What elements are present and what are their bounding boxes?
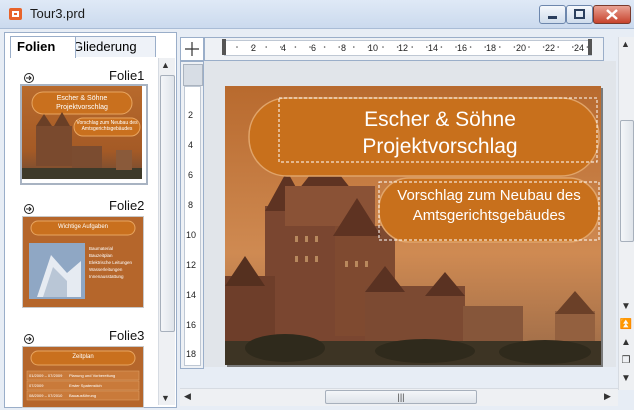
thumb3-row-text: Bauausführung [69, 393, 97, 398]
ruler-dot [265, 46, 267, 48]
close-icon [606, 9, 618, 20]
ruler-dot [499, 46, 501, 48]
select-browse-object-icon[interactable]: ❐ [619, 354, 633, 368]
scroll-down-icon[interactable]: ▼ [619, 300, 633, 314]
slide-transition-icon [23, 331, 35, 344]
thumb3-row-date: 07/2009 [29, 383, 44, 388]
thumb3-row-date: 01/2009 – 07/2009 [29, 373, 63, 378]
window-title: Tour3.prd [30, 6, 85, 21]
current-slide[interactable]: Escher & Söhne Projektvorschlag Vorschla… [225, 86, 601, 365]
ruler-dot [294, 46, 297, 48]
top-margin-marker[interactable] [183, 64, 203, 86]
thumb3-title: Zeitplan [72, 354, 94, 360]
ruler-tick-label: 12 [398, 43, 409, 53]
ruler-tick-label: 8 [188, 200, 194, 210]
ruler-tick-label: 4 [188, 140, 194, 150]
ruler-tick-label: 12 [186, 260, 197, 270]
ruler-dot [440, 46, 443, 48]
thumb1-title: Escher & Söhne Projektvorschlag [56, 95, 108, 111]
ruler-tick-label: 2 [251, 43, 257, 53]
slide-label-1: Folie1 [109, 68, 145, 83]
slide-subtitle[interactable]: Vorschlag zum Neubau des Amtsgerichtsgeb… [381, 186, 597, 226]
slide-title[interactable]: Escher & Söhne Projektvorschlag [285, 106, 595, 160]
scroll-left-icon[interactable]: ◀ [184, 391, 191, 402]
ruler-tick-label: 20 [516, 43, 527, 53]
ruler-tick-label: 10 [186, 230, 197, 240]
ruler-tick-label: 18 [486, 43, 497, 53]
ruler-dot [353, 46, 355, 48]
slide-label-3: Folie3 [109, 328, 145, 343]
thumb3-row-date: 08/2009 – 07/2010 [29, 393, 63, 398]
ruler-dot [557, 46, 559, 48]
previous-slide-icon[interactable]: ▲ [619, 336, 633, 350]
slide-thumbnail-2[interactable]: Wichtige Aufgaben Baumaterial Bauzeitpla… [22, 216, 144, 308]
ruler-tick-label: 16 [186, 320, 197, 330]
ruler-tick-label: 14 [186, 290, 197, 300]
ruler-tick-label: 24 [574, 43, 585, 53]
scroll-up-icon[interactable]: ▲ [621, 39, 630, 49]
ruler-dot [236, 46, 238, 48]
thumb2-title: Wichtige Aufgaben [57, 224, 109, 230]
ruler-dot [338, 46, 340, 48]
horizontal-scroll-thumb[interactable]: ||| [325, 390, 477, 404]
ruler-dot [469, 46, 472, 48]
scroll-down-icon[interactable]: ▼ [161, 393, 170, 403]
thumb2-bullets: Baumaterial Bauzeitplan Elektrische Leit… [89, 245, 143, 280]
slide-label-2: Folie2 [109, 198, 145, 213]
ruler-tick-label: 6 [311, 43, 317, 53]
tab-folien[interactable]: Folien [10, 36, 76, 58]
maximize-icon [574, 9, 585, 19]
ruler-tick-label: 22 [545, 43, 556, 53]
ruler-tick-label: 18 [186, 349, 197, 359]
ruler-tick-label: 6 [188, 170, 194, 180]
ruler-dot [528, 46, 530, 48]
thumb2-bullet: Innenausstattung [89, 274, 124, 279]
ruler-tick-label: 10 [368, 43, 379, 53]
ruler-dot [513, 46, 516, 48]
tab-stop-icon [185, 42, 199, 56]
thumb2-bullet: Elektrische Leitungen [89, 260, 133, 265]
maximize-button[interactable] [566, 5, 593, 24]
ruler-tab-selector[interactable] [180, 37, 204, 61]
slide-transition-icon [23, 70, 35, 83]
slide-thumbnail-3[interactable]: Zeitplan 01/2009 – 07/2009 Planung und V… [22, 346, 144, 408]
minimize-button[interactable] [539, 5, 566, 24]
close-button[interactable] [593, 5, 631, 24]
scroll-right-icon[interactable]: ▶ [604, 391, 611, 402]
thumb3-row-text: Erster Spatenstich [69, 383, 102, 388]
ruler-dot [586, 46, 589, 48]
ruler-dot [323, 46, 326, 48]
ruler-tick-label: 4 [281, 43, 287, 53]
thumb1-subtitle: Vorschlag zum Neubau des Amtsgerichtsgeb… [76, 120, 138, 132]
ruler-dot [382, 46, 384, 48]
ruler-tick-label: 2 [188, 110, 194, 120]
next-slide-icon[interactable]: ▼ [619, 372, 633, 386]
thumb2-bullet: Wasserleitungen [89, 267, 123, 272]
slide-thumbnail-1-content: Escher & Söhne Projektvorschlag Vorschla… [22, 86, 142, 179]
ruler-tick-label: 8 [341, 43, 347, 53]
ruler-tick-label: 16 [457, 43, 468, 53]
scroll-up-icon[interactable]: ▲ [161, 60, 170, 70]
slide-transition-icon [23, 201, 35, 214]
ruler-tick-label: 14 [428, 43, 439, 53]
first-slide-icon[interactable]: ⏫ [619, 318, 633, 332]
presentation-icon [8, 6, 24, 22]
thumb2-bullet: Bauzeitplan [89, 253, 113, 258]
thumb2-bullet: Baumaterial [89, 246, 114, 251]
thumb3-row-text: Planung und Vorbereitung [69, 373, 116, 378]
tab-gliederung[interactable]: Gliederung [66, 36, 156, 57]
thumbnail-scroll-thumb[interactable] [160, 75, 175, 332]
ruler-dot [411, 46, 413, 48]
vertical-scroll-thumb[interactable] [620, 120, 634, 242]
minimize-icon [548, 16, 557, 19]
